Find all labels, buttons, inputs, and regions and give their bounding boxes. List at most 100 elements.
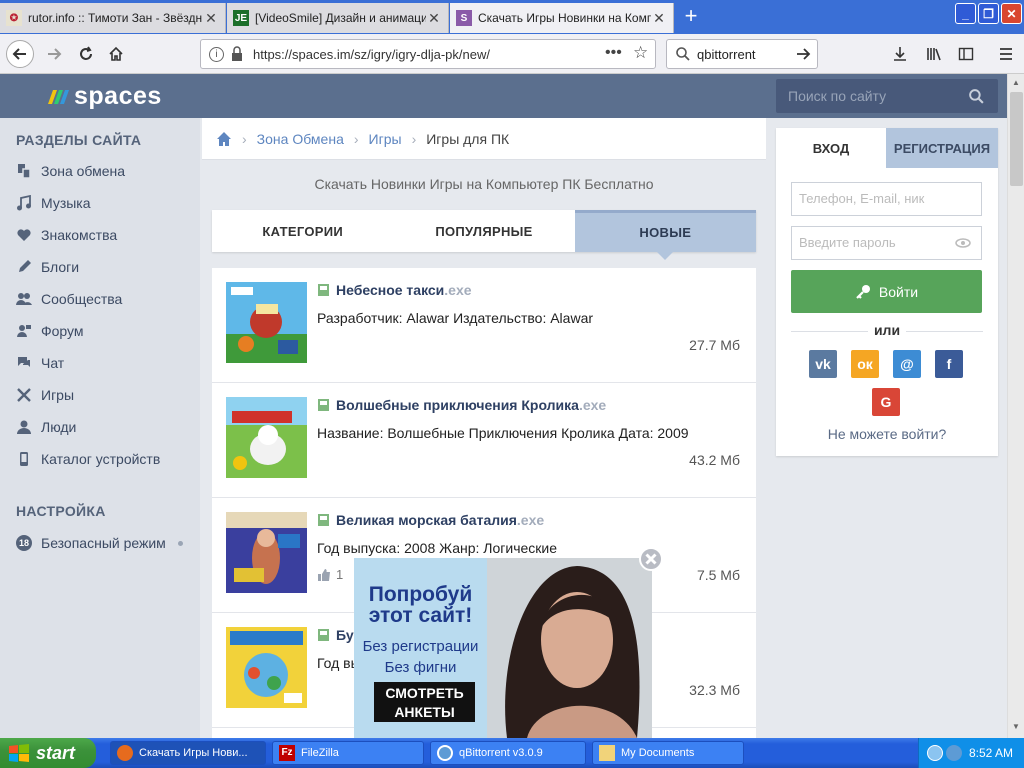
spaces-favicon-icon: S xyxy=(456,10,472,26)
forward-icon[interactable] xyxy=(40,40,68,68)
sidebar-item-exchange[interactable]: Зона обмена xyxy=(14,159,125,183)
breadcrumb-link-games[interactable]: Игры xyxy=(369,131,402,147)
page-actions-icon[interactable]: ••• xyxy=(605,44,622,62)
file-title-link[interactable]: Волшебные приключения Кролика .exe xyxy=(317,397,606,413)
close-tab-icon[interactable]: ✕ xyxy=(426,10,442,27)
close-tab-icon[interactable]: ✕ xyxy=(203,10,219,27)
address-bar[interactable]: i https://spaces.im/sz/igry/igry-dlja-pk… xyxy=(200,39,656,69)
exe-file-icon xyxy=(318,284,329,296)
bookmark-star-icon[interactable]: ☆ xyxy=(633,43,648,63)
ad-view-button[interactable]: СМОТРЕТЬ АНКЕТЫ xyxy=(374,682,475,722)
file-size: 27.7 Мб xyxy=(689,337,740,353)
info-icon[interactable]: i xyxy=(209,47,224,62)
close-ad-icon[interactable] xyxy=(638,546,664,572)
browser-tab-2[interactable]: JE [VideoSmile] Дизайн и анимация П ✕ xyxy=(227,3,449,33)
menu-icon[interactable] xyxy=(992,40,1020,68)
game-thumbnail[interactable] xyxy=(226,627,307,708)
facebook-icon[interactable]: f xyxy=(935,350,963,378)
sidebar-toggle-icon[interactable] xyxy=(952,40,980,68)
sidebar-item-devices[interactable]: Каталог устройств xyxy=(14,447,160,471)
file-title-link[interactable]: Небесное такси .exe xyxy=(317,282,472,298)
browser-tab-3[interactable]: S Скачать Игры Новинки на Компь ✕ xyxy=(450,3,674,33)
new-tab-icon[interactable]: + xyxy=(678,5,704,29)
game-thumbnail[interactable] xyxy=(226,397,307,478)
tab-categories[interactable]: КАТЕГОРИИ xyxy=(212,210,393,252)
file-title-link[interactable]: Великая морская баталия .exe xyxy=(317,512,544,528)
game-thumbnail[interactable] xyxy=(226,282,307,363)
taskbar-item-filezilla[interactable]: Fz FileZilla xyxy=(272,741,424,765)
breadcrumb-link-exchange[interactable]: Зона Обмена xyxy=(257,131,344,147)
chevron-right-icon: › xyxy=(242,130,247,147)
browser-tab-1[interactable]: ✪ rutor.info :: Тимоти Зан - Звёздн ✕ xyxy=(0,3,226,33)
qbittorrent-tray-icon[interactable] xyxy=(946,745,962,761)
safe-mode-toggle[interactable]: 18 Безопасный режим xyxy=(14,531,183,555)
community-icon xyxy=(14,289,34,309)
browser-search-bar[interactable]: qbittorrent xyxy=(666,39,818,69)
show-password-icon[interactable] xyxy=(955,238,971,248)
exe-file-icon xyxy=(318,629,329,641)
tab-register[interactable]: РЕГИСТРАЦИЯ xyxy=(886,128,998,168)
sidebar-item-chat[interactable]: Чат xyxy=(14,351,64,375)
reload-icon[interactable] xyxy=(72,40,100,68)
cant-login-link[interactable]: Не можете войти? xyxy=(776,426,998,442)
search-go-icon[interactable] xyxy=(795,46,811,62)
game-thumbnail[interactable] xyxy=(226,512,307,593)
sidebar-item-forum[interactable]: Форум xyxy=(14,319,84,343)
downloads-icon[interactable] xyxy=(886,40,914,68)
home-icon[interactable] xyxy=(102,40,130,68)
site-search-input[interactable]: Поиск по сайту xyxy=(776,79,998,113)
like-button[interactable]: 1 xyxy=(317,567,343,582)
minimize-icon[interactable]: _ xyxy=(955,3,976,24)
page-scrollbar[interactable]: ▲ ▼ xyxy=(1007,74,1024,738)
site-logo[interactable]: spaces xyxy=(44,82,162,111)
list-item[interactable]: Волшебные приключения Кролика .exe Назван… xyxy=(212,383,756,498)
site-header: spaces Поиск по сайту xyxy=(0,74,1007,118)
odnoklassniki-icon[interactable]: ок xyxy=(851,350,879,378)
popup-ad[interactable]: Попробуй этот сайт! Без регистрации Без … xyxy=(354,558,652,738)
sidebar-item-communities[interactable]: Сообщества xyxy=(14,287,122,311)
sidebar-item-people[interactable]: Люди xyxy=(14,415,76,439)
google-icon[interactable]: G xyxy=(872,388,900,416)
age-18-icon: 18 xyxy=(14,533,34,553)
maximize-icon[interactable]: ❐ xyxy=(978,3,999,24)
system-tray: 8:52 AM xyxy=(918,738,1024,768)
breadcrumb-current: Игры для ПК xyxy=(426,130,510,147)
phone-icon xyxy=(14,449,34,469)
ad-photo xyxy=(487,558,652,738)
file-title-link[interactable]: Бу xyxy=(317,627,354,643)
sidebar-item-games[interactable]: Игры xyxy=(14,383,74,407)
sidebar-item-blogs[interactable]: Блоги xyxy=(14,255,79,279)
sidebar-item-dating[interactable]: Знакомства xyxy=(14,223,117,247)
library-icon[interactable] xyxy=(920,40,948,68)
taskbar-item-qbittorrent[interactable]: qBittorrent v3.0.9 xyxy=(430,741,586,765)
tab-login[interactable]: ВХОД xyxy=(776,128,886,168)
home-icon[interactable] xyxy=(216,131,232,147)
scroll-down-icon[interactable]: ▼ xyxy=(1012,722,1020,731)
password-field[interactable]: Введите пароль xyxy=(791,226,982,260)
network-icon[interactable] xyxy=(927,745,943,761)
close-tab-icon[interactable]: ✕ xyxy=(651,10,667,27)
search-icon[interactable] xyxy=(968,88,985,105)
exe-file-icon xyxy=(318,399,329,411)
login-field[interactable]: Телефон, E-mail, ник xyxy=(791,182,982,216)
status-dot-icon xyxy=(177,540,183,546)
mailru-icon[interactable]: @ xyxy=(893,350,921,378)
folder-icon xyxy=(599,745,615,761)
tab-new[interactable]: НОВЫЕ xyxy=(574,210,756,260)
sidebar: РАЗДЕЛЫ САЙТА Зона обмена Музыка Знакомс… xyxy=(0,118,200,738)
login-button[interactable]: Войти xyxy=(791,270,982,313)
close-window-icon[interactable]: ✕ xyxy=(1001,3,1022,24)
vk-icon[interactable]: vk xyxy=(809,350,837,378)
windows-logo-icon xyxy=(9,744,29,762)
back-icon[interactable] xyxy=(6,40,34,68)
scroll-up-icon[interactable]: ▲ xyxy=(1012,78,1020,87)
sidebar-item-music[interactable]: Музыка xyxy=(14,191,91,215)
file-size: 43.2 Мб xyxy=(689,452,740,468)
start-button[interactable]: start xyxy=(0,738,96,768)
scrollbar-thumb[interactable] xyxy=(1010,92,1023,186)
taskbar-item-my-documents[interactable]: My Documents xyxy=(592,741,744,765)
music-icon xyxy=(14,193,34,213)
tab-popular[interactable]: ПОПУЛЯРНЫЕ xyxy=(393,210,574,252)
taskbar-item-firefox[interactable]: Скачать Игры Нови... xyxy=(110,741,266,765)
list-item[interactable]: Небесное такси .exe Разработчик: Alawar И… xyxy=(212,268,756,383)
